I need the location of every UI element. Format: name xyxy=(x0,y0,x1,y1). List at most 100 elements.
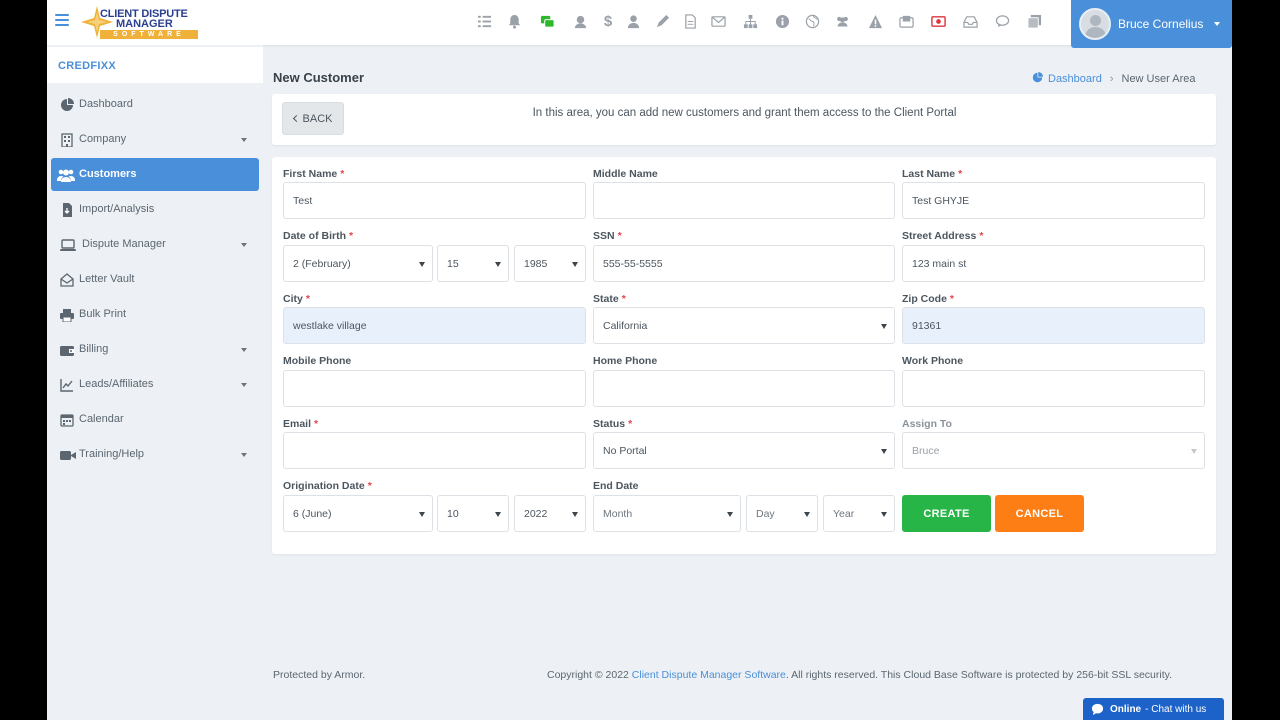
street-address-input[interactable]: 123 main st xyxy=(902,245,1205,282)
zip-code-input[interactable]: 91361 xyxy=(902,307,1205,344)
origination-month-select[interactable]: 6 (June) xyxy=(283,495,433,532)
chevron-left-icon xyxy=(292,114,300,123)
chat-text: - Chat with us xyxy=(1145,703,1207,715)
home-phone-input[interactable] xyxy=(593,370,895,407)
hamburger-menu-icon[interactable] xyxy=(55,14,69,26)
mobile-phone-input[interactable] xyxy=(283,370,586,407)
work-phone-input[interactable] xyxy=(902,370,1205,407)
mail-box-icon[interactable] xyxy=(897,12,915,30)
sidebar-item-label: Training/Help xyxy=(79,448,145,460)
caret-down-icon xyxy=(881,449,887,454)
city-input[interactable]: westlake village xyxy=(283,307,586,344)
user-menu[interactable]: Bruce Cornelius xyxy=(1071,0,1232,48)
sidebar-item-letter-vault[interactable]: Letter Vault xyxy=(51,263,259,296)
chat-bubble-icon xyxy=(1091,703,1104,715)
chat-widget[interactable]: Online - Chat with us xyxy=(1083,698,1224,720)
warning-icon[interactable] xyxy=(866,12,884,30)
street-address-label: Street Address * xyxy=(902,230,984,242)
sidebar-item-billing[interactable]: Billing xyxy=(51,333,259,366)
agent-icon[interactable] xyxy=(571,12,589,30)
end-month-select[interactable]: Month xyxy=(593,495,741,532)
user-tie-icon[interactable] xyxy=(624,12,642,30)
back-button[interactable]: BACK xyxy=(282,102,344,135)
email-input[interactable] xyxy=(283,432,586,469)
money-icon[interactable] xyxy=(929,12,947,30)
sidebar-item-training-help[interactable]: Training/Help xyxy=(51,438,259,471)
end-day-select[interactable]: Day xyxy=(746,495,818,532)
caret-down-icon xyxy=(241,348,247,352)
sidebar-item-bulk-print[interactable]: Bulk Print xyxy=(51,298,259,331)
state-select[interactable]: California xyxy=(593,307,895,344)
caret-down-icon xyxy=(1191,449,1197,454)
sidebar-item-import-analysis[interactable]: Import/Analysis xyxy=(51,193,259,226)
disputes-icon[interactable] xyxy=(538,12,556,30)
sidebar-brand[interactable]: CREDFIXX xyxy=(47,47,263,83)
city-label: City * xyxy=(283,293,310,305)
status-label: Status * xyxy=(593,418,633,430)
chevron-down-icon xyxy=(1214,22,1220,26)
caret-down-icon xyxy=(241,383,247,387)
caret-down-icon xyxy=(419,512,425,517)
dob-day-select[interactable]: 15 xyxy=(437,245,509,282)
create-button[interactable]: CREATE xyxy=(902,495,991,532)
logo-line2: MANAGER xyxy=(116,18,173,30)
status-select[interactable]: No Portal xyxy=(593,432,895,469)
last-name-input[interactable]: Test GHYJE xyxy=(902,182,1205,219)
sidebar-item-label: Billing xyxy=(79,343,109,355)
ssn-label: SSN * xyxy=(593,230,622,242)
tasks-icon[interactable] xyxy=(475,12,493,30)
app-window: CLIENT DISPUTE MANAGER SOFTWARE $ Bruce … xyxy=(47,0,1232,720)
ssn-input[interactable]: 555-55-5555 xyxy=(593,245,895,282)
middle-name-input[interactable] xyxy=(593,182,895,219)
assign-to-select: Bruce xyxy=(902,432,1205,469)
sidebar-item-label: Import/Analysis xyxy=(79,203,155,215)
top-bar: CLIENT DISPUTE MANAGER SOFTWARE $ Bruce … xyxy=(47,0,1232,48)
caret-down-icon xyxy=(495,262,501,267)
origination-date-label: Origination Date * xyxy=(283,480,372,492)
globe-icon[interactable] xyxy=(803,12,821,30)
first-name-input[interactable]: Test xyxy=(283,182,586,219)
inbox-icon[interactable] xyxy=(961,12,979,30)
app-logo[interactable]: CLIENT DISPUTE MANAGER SOFTWARE xyxy=(80,5,200,39)
sidebar-item-calendar[interactable]: Calendar xyxy=(51,403,259,436)
users-icon xyxy=(57,168,75,182)
caret-down-icon xyxy=(572,512,578,517)
bell-icon[interactable] xyxy=(505,12,523,30)
caret-down-icon xyxy=(881,324,887,329)
dob-month-select[interactable]: 2 (February) xyxy=(283,245,433,282)
sidebar-item-leads-affiliates[interactable]: Leads/Affiliates xyxy=(51,368,259,401)
origination-day-select[interactable]: 10 xyxy=(437,495,509,532)
sidebar-item-label: Dashboard xyxy=(79,98,133,110)
dollar-icon[interactable]: $ xyxy=(599,12,617,30)
footer-software-link[interactable]: Client Dispute Manager Software xyxy=(632,669,786,681)
breadcrumb-dashboard-link[interactable]: Dashboard xyxy=(1048,73,1102,85)
caret-down-icon xyxy=(241,138,247,142)
sidebar-item-dashboard[interactable]: Dashboard xyxy=(51,88,259,121)
copy-icon[interactable] xyxy=(1025,12,1043,30)
origination-year-select[interactable]: 2022 xyxy=(514,495,586,532)
cancel-button[interactable]: CANCEL xyxy=(995,495,1084,532)
sidebar-item-label: Customers xyxy=(79,168,137,180)
sidebar-item-customers[interactable]: Customers xyxy=(51,158,259,191)
caret-down-icon xyxy=(495,512,501,517)
first-name-label: First Name * xyxy=(283,168,345,180)
caret-down-icon xyxy=(419,262,425,267)
file-icon[interactable] xyxy=(681,12,699,30)
sidebar-item-label: Letter Vault xyxy=(79,273,135,285)
sidebar-item-company[interactable]: Company xyxy=(51,123,259,156)
middle-name-label: Middle Name xyxy=(593,168,658,180)
new-customer-form: First Name * Test Middle Name Last Name * … xyxy=(272,157,1216,554)
comments-icon[interactable] xyxy=(993,12,1011,30)
info-icon[interactable] xyxy=(773,12,791,30)
pen-icon[interactable] xyxy=(653,12,671,30)
sitemap-icon[interactable] xyxy=(741,12,759,30)
end-year-select[interactable]: Year xyxy=(823,495,895,532)
dob-year-select[interactable]: 1985 xyxy=(514,245,586,282)
video-icon xyxy=(60,448,76,462)
envelope-icon[interactable] xyxy=(709,12,727,30)
page-title: New Customer xyxy=(273,70,365,85)
back-button-label: BACK xyxy=(302,112,333,125)
home-phone-label: Home Phone xyxy=(593,355,658,367)
users-icon[interactable] xyxy=(833,12,851,30)
sidebar-item-dispute-manager[interactable]: Dispute Manager xyxy=(51,228,259,261)
